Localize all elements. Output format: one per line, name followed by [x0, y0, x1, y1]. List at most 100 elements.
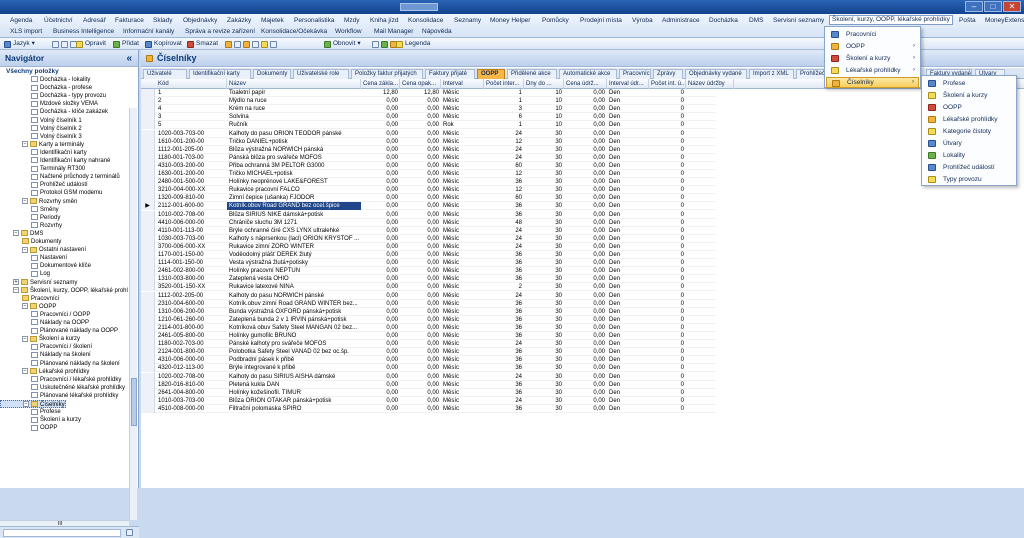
- table-cell[interactable]: 3700-006-000-XX: [156, 243, 227, 251]
- table-cell[interactable]: 10: [524, 89, 564, 97]
- tab-3[interactable]: Uživatelské role: [293, 69, 349, 79]
- table-row[interactable]: 3520-001-150-XX Rukavice latexové NINA 0,0…: [141, 283, 716, 292]
- submenu-item[interactable]: Profese: [923, 78, 1015, 89]
- table-cell[interactable]: Měsíc: [441, 324, 484, 332]
- menu-vyroba[interactable]: Výroba: [630, 16, 655, 26]
- table-cell[interactable]: 0,00: [400, 275, 441, 283]
- table-row[interactable]: 5 Ručník 0,00 0,00 Rok 1 10 0,00 Den 0: [141, 121, 716, 130]
- table-cell[interactable]: 12,80: [400, 89, 441, 97]
- table-cell[interactable]: 0: [649, 146, 686, 154]
- table-cell[interactable]: Měsíc: [441, 146, 484, 154]
- table-row[interactable]: 1180-002-703-00 Pánské kalhoty pro svářeč…: [141, 340, 716, 349]
- table-cell[interactable]: Měsíc: [441, 251, 484, 259]
- table-cell[interactable]: 2641-004-800-00: [156, 389, 227, 397]
- table-cell[interactable]: 0,00: [400, 194, 441, 202]
- tab-5[interactable]: Faktury přijaté: [425, 69, 475, 79]
- table-cell[interactable]: 2480-001-500-00: [156, 178, 227, 186]
- table-cell[interactable]: Měsíc: [441, 211, 484, 219]
- table-row[interactable]: 1180-001-703-00 Pánská blůza pro svářeče …: [141, 153, 716, 162]
- table-cell[interactable]: 0,00: [361, 105, 400, 113]
- table-cell[interactable]: 3210-004-000-XX: [156, 186, 227, 194]
- table-cell[interactable]: 0,00: [400, 405, 441, 413]
- menu-majetek[interactable]: Majetek: [259, 16, 286, 26]
- table-cell[interactable]: Den: [607, 227, 649, 235]
- table-cell[interactable]: 0,00: [564, 170, 607, 178]
- column-header[interactable]: Dny do ...: [524, 79, 564, 89]
- table-cell[interactable]: 0,00: [564, 283, 607, 291]
- row-indicator[interactable]: [141, 356, 155, 365]
- table-cell[interactable]: 3: [156, 113, 227, 121]
- table-cell[interactable]: 0: [649, 300, 686, 308]
- tree-item[interactable]: Log: [0, 270, 50, 278]
- table-cell[interactable]: Kalhoty do pasu ORION TEODOR pánské: [227, 130, 361, 138]
- table-cell[interactable]: 0: [649, 227, 686, 235]
- tree-item[interactable]: − Ostatní nastavení: [0, 246, 86, 254]
- table-cell[interactable]: Blůza ORION OTAKAR pánská+potisk: [227, 397, 361, 405]
- submenu-item[interactable]: Lokality: [923, 150, 1015, 161]
- table-cell[interactable]: Den: [607, 316, 649, 324]
- toolbar-filter-group[interactable]: [225, 39, 277, 49]
- table-cell[interactable]: 30: [524, 316, 564, 324]
- tree-item[interactable]: Prohlížeč událostí: [0, 181, 88, 189]
- tree-item[interactable]: − DMS: [0, 230, 43, 238]
- table-cell[interactable]: 0,00: [361, 154, 400, 162]
- expander-icon[interactable]: −: [22, 141, 28, 148]
- table-cell[interactable]: 0,00: [564, 308, 607, 316]
- tab-0[interactable]: Uživatelé: [143, 69, 187, 79]
- table-cell[interactable]: Kalhoty do pasu SIRIUS AISHA dámské: [227, 373, 361, 381]
- tree-item[interactable]: − Lékařské prohlídky: [0, 368, 89, 376]
- table-cell[interactable]: 36: [484, 211, 524, 219]
- table-row[interactable]: 4410-006-000-00 Chrániče sluchu 3M 1271 0,…: [141, 218, 716, 227]
- table-cell[interactable]: Měsíc: [441, 373, 484, 381]
- table-row[interactable]: 3700-006-000-XX Rukavice zimní ZORO WINTE…: [141, 242, 716, 251]
- table-cell[interactable]: 12: [484, 170, 524, 178]
- table-cell[interactable]: 0,00: [400, 373, 441, 381]
- table-cell[interactable]: 0,00: [400, 243, 441, 251]
- tree-item[interactable]: Náklady na OOPP: [0, 319, 89, 327]
- table-cell[interactable]: Den: [607, 235, 649, 243]
- table-cell[interactable]: 0: [649, 397, 686, 405]
- table-cell[interactable]: 0,00: [564, 364, 607, 372]
- row-indicator[interactable]: [141, 259, 155, 268]
- row-indicator[interactable]: [141, 388, 155, 397]
- table-cell[interactable]: 0,00: [361, 146, 400, 154]
- table-cell[interactable]: 24: [484, 243, 524, 251]
- table-cell[interactable]: 30: [524, 243, 564, 251]
- table-cell[interactable]: 0,00: [361, 178, 400, 186]
- table-cell[interactable]: 36: [484, 259, 524, 267]
- table-cell[interactable]: Den: [607, 170, 649, 178]
- row-indicator[interactable]: [141, 161, 155, 170]
- column-header[interactable]: Interval údr...: [607, 79, 649, 89]
- table-cell[interactable]: 0,00: [564, 267, 607, 275]
- add-button[interactable]: Přidat: [113, 39, 139, 49]
- table-row[interactable]: 1020-003-703-00 Kalhoty do pasu ORION TEO…: [141, 129, 716, 138]
- tab-1[interactable]: Identifikační karty: [189, 69, 251, 79]
- tab-6[interactable]: OOPP: [477, 69, 505, 79]
- table-cell[interactable]: Den: [607, 121, 649, 129]
- table-cell[interactable]: Měsíc: [441, 340, 484, 348]
- table-cell[interactable]: 0,00: [361, 121, 400, 129]
- menu-item[interactable]: Číselníky ›: [826, 77, 919, 88]
- table-cell[interactable]: Den: [607, 113, 649, 121]
- row-indicator[interactable]: [141, 340, 155, 349]
- table-cell[interactable]: Měsíc: [441, 348, 484, 356]
- table-cell[interactable]: 30: [524, 275, 564, 283]
- table-cell[interactable]: 0,00: [361, 397, 400, 405]
- menu-skoleni[interactable]: Školení, kurzy, OOPP, lékařské prohlídky: [829, 15, 953, 25]
- close-button[interactable]: ✕: [1003, 1, 1021, 12]
- table-cell[interactable]: 30: [524, 162, 564, 170]
- table-cell[interactable]: 0,00: [564, 138, 607, 146]
- table-cell[interactable]: 3520-001-150-XX: [156, 283, 227, 291]
- table-cell[interactable]: 0: [649, 340, 686, 348]
- table-cell[interactable]: 0,00: [564, 105, 607, 113]
- table-cell[interactable]: 0,00: [400, 300, 441, 308]
- table-cell[interactable]: 24: [484, 292, 524, 300]
- table-cell[interactable]: 0,00: [400, 154, 441, 162]
- table-cell[interactable]: 0,00: [564, 211, 607, 219]
- table-cell[interactable]: 0,00: [564, 340, 607, 348]
- table-cell[interactable]: Měsíc: [441, 300, 484, 308]
- table-cell[interactable]: 0: [649, 211, 686, 219]
- tree-item[interactable]: + Servisní seznamy: [0, 278, 77, 287]
- table-row[interactable]: 1010-003-703-00 Blůza ORION OTAKAR pánská…: [141, 396, 716, 405]
- table-cell[interactable]: 0,00: [400, 219, 441, 227]
